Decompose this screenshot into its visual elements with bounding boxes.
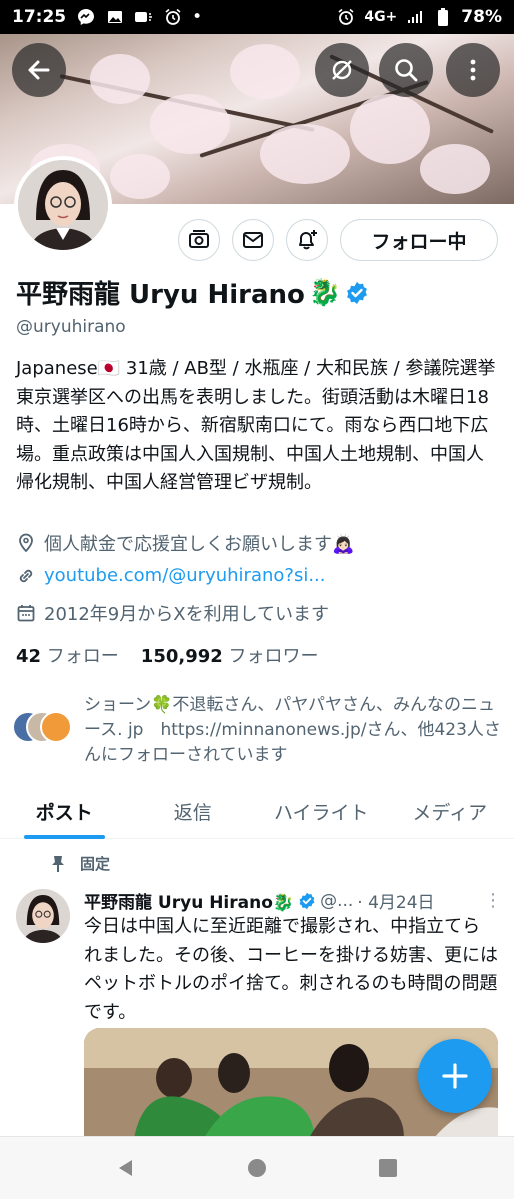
followed-by-text: ショーン🍀不退転さん、パヤパヤさん、みんなのニュース. jp https://m…	[84, 695, 501, 765]
post-author[interactable]: 平野雨龍 Uryu Hirano🐉	[84, 888, 294, 913]
location-pin-icon	[19, 533, 33, 553]
follower-avatars	[12, 711, 74, 745]
tab-replies[interactable]: 返信	[129, 785, 258, 838]
following-count-link[interactable]: 42 フォロー	[16, 642, 119, 668]
post-more-icon[interactable]: ⋮	[484, 890, 502, 911]
search-button[interactable]	[379, 43, 433, 97]
following-label: フォロー	[46, 646, 119, 667]
alarm-icon	[163, 8, 183, 26]
gallery-icon	[105, 8, 125, 26]
pin-icon	[52, 855, 64, 872]
calendar-icon	[17, 605, 35, 622]
post-text: 今日は中国人に至近距離で撮影され、中指立てられました。その後、コーヒーを掛ける妨…	[84, 916, 498, 1023]
circle-home-icon	[247, 1159, 266, 1177]
plus-icon	[442, 1063, 468, 1089]
cast-icon	[134, 8, 154, 26]
messenger-icon	[76, 8, 96, 26]
signal-icon	[405, 8, 425, 26]
tab-media[interactable]: メディア	[386, 785, 514, 838]
following-button[interactable]: フォロー中	[340, 219, 498, 261]
network-type: 4G+	[364, 9, 398, 25]
back-button[interactable]	[12, 43, 66, 97]
subscription-icon	[189, 230, 209, 248]
grok-button[interactable]	[315, 43, 369, 97]
triangle-back-icon	[118, 1160, 132, 1176]
notify-button[interactable]	[286, 219, 328, 261]
followers-count-link[interactable]: 150,992 フォロワー	[141, 642, 319, 668]
compose-button[interactable]	[418, 1039, 492, 1113]
joined-text: 2012年9月からXを利用しています	[44, 604, 330, 625]
status-time: 17:25	[12, 7, 67, 27]
profile-tabs: ポスト 返信 ハイライト メディア	[0, 785, 514, 839]
android-nav-bar	[0, 1136, 514, 1199]
follow-counts: 42 フォロー 150,992 フォロワー	[16, 642, 319, 668]
grok-icon	[332, 60, 352, 80]
bell-plus-icon	[299, 230, 317, 250]
profile-handle: @uryuhirano	[16, 317, 126, 337]
profile-name: 平野雨龍 Uryu Hirano 🐉	[16, 274, 369, 311]
profile-avatar[interactable]	[14, 156, 112, 254]
location-text: 個人献金で応援宜しくお願いします🙇🏻‍♀️	[44, 534, 355, 555]
search-icon	[395, 59, 418, 82]
more-vertical-icon	[470, 59, 476, 81]
display-name: 平野雨龍 Uryu Hirano	[16, 280, 305, 310]
profile-link[interactable]: youtube.com/@uryuhirano?si...	[44, 565, 326, 586]
nav-back-button[interactable]	[106, 1148, 146, 1188]
post-avatar[interactable]	[16, 889, 70, 943]
nav-recents-button[interactable]	[368, 1148, 408, 1188]
post-header: 平野雨龍 Uryu Hirano🐉 @... · 4月24日 ⋮	[84, 888, 502, 913]
status-dot: •	[192, 7, 203, 27]
followed-by[interactable]: ショーン🍀不退転さん、パヤパヤさん、みんなのニュース. jp https://m…	[12, 693, 502, 768]
profile-bio: Japanese🇯🇵 31歳 / AB型 / 水瓶座 / 大和民族 / 参議院選…	[16, 358, 496, 493]
tab-posts[interactable]: ポスト	[0, 785, 129, 839]
joined-row: 2012年9月からXを利用しています	[16, 600, 329, 626]
battery-icon	[433, 8, 453, 26]
verified-badge-icon	[299, 892, 315, 909]
verified-badge-icon[interactable]	[345, 281, 369, 305]
subscribe-button[interactable]	[178, 219, 220, 261]
link-icon	[19, 569, 33, 582]
more-button[interactable]	[446, 43, 500, 97]
mail-icon	[243, 232, 263, 248]
nav-home-button[interactable]	[237, 1148, 277, 1188]
followers-count: 150,992	[140, 646, 223, 667]
arrow-left-icon	[28, 60, 50, 80]
pinned-label: 固定	[80, 855, 111, 873]
avatar	[40, 711, 72, 743]
status-bar: 17:25 • 4G+ 78%	[0, 0, 514, 34]
following-count: 42	[16, 646, 42, 667]
message-button[interactable]	[232, 219, 274, 261]
location-row: 個人献金で応援宜しくお願いします🙇🏻‍♀️	[16, 530, 354, 556]
link-row: youtube.com/@uryuhirano?si...	[16, 565, 326, 586]
tab-highlights[interactable]: ハイライト	[257, 785, 386, 838]
followers-label: フォロワー	[228, 646, 319, 667]
post-handle: @...	[320, 890, 354, 911]
square-recents-icon	[379, 1159, 398, 1177]
alarm-icon	[336, 8, 356, 26]
post-date[interactable]: · 4月24日	[357, 888, 434, 913]
notification-icons: •	[76, 7, 202, 27]
battery-percent: 78%	[461, 7, 502, 27]
pinned-indicator: 固定	[50, 853, 110, 874]
dragon-emoji: 🐉	[308, 277, 342, 308]
